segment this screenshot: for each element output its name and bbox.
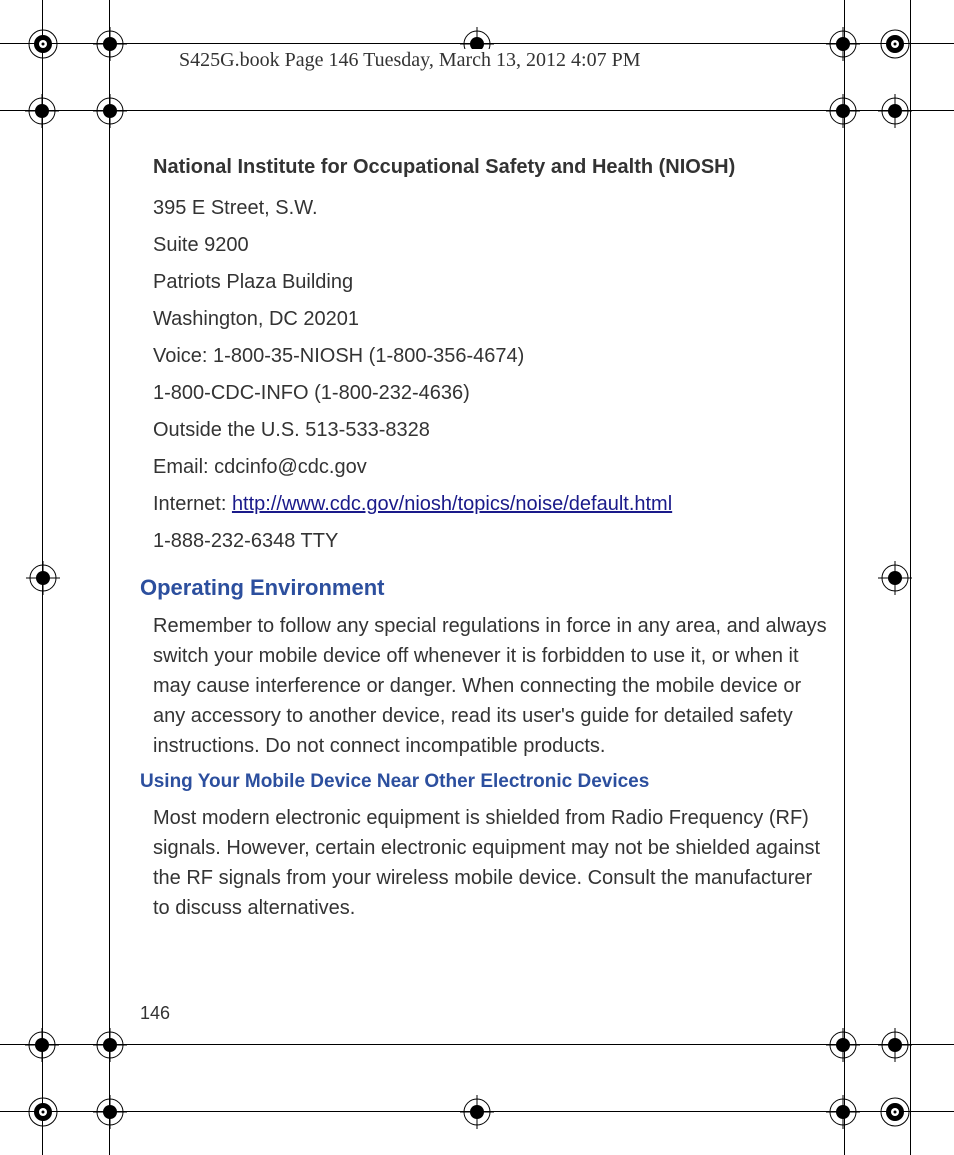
registration-mark-icon	[826, 94, 860, 128]
address-line: Washington, DC 20201	[153, 304, 830, 335]
crop-line	[0, 110, 954, 111]
registration-mark-icon	[878, 27, 912, 61]
page-header-text: S425G.book Page 146 Tuesday, March 13, 2…	[173, 49, 647, 76]
phone-outside-us: Outside the U.S. 513-533-8328	[153, 415, 830, 446]
registration-mark-icon	[93, 1095, 127, 1129]
registration-mark-icon	[93, 94, 127, 128]
address-line: Patriots Plaza Building	[153, 267, 830, 298]
phone-tty: 1-888-232-6348 TTY	[153, 526, 830, 557]
registration-mark-icon	[93, 27, 127, 61]
registration-mark-icon	[878, 561, 912, 595]
registration-mark-icon	[878, 1095, 912, 1129]
internet-line: Internet: http://www.cdc.gov/niosh/topic…	[153, 489, 830, 520]
crop-line	[844, 0, 845, 1155]
registration-mark-icon	[826, 27, 860, 61]
section-heading-operating-environment: Operating Environment	[140, 575, 830, 601]
registration-mark-icon	[878, 1028, 912, 1062]
registration-mark-icon	[26, 1095, 60, 1129]
internet-link[interactable]: http://www.cdc.gov/niosh/topics/noise/de…	[232, 493, 672, 515]
registration-mark-icon	[826, 1095, 860, 1129]
phone-voice: Voice: 1-800-35-NIOSH (1-800-356-4674)	[153, 341, 830, 372]
body-paragraph: Most modern electronic equipment is shie…	[153, 803, 830, 923]
page-number: 146	[140, 1003, 170, 1024]
registration-mark-icon	[826, 1028, 860, 1062]
registration-mark-icon	[25, 1028, 59, 1062]
registration-mark-icon	[25, 94, 59, 128]
page-content: National Institute for Occupational Safe…	[140, 156, 830, 929]
email-line: Email: cdcinfo@cdc.gov	[153, 452, 830, 483]
internet-label: Internet:	[153, 493, 232, 515]
registration-mark-icon	[460, 1095, 494, 1129]
phone-cdcinfo: 1-800-CDC-INFO (1-800-232-4636)	[153, 378, 830, 409]
address-line: Suite 9200	[153, 230, 830, 261]
address-line: 395 E Street, S.W.	[153, 193, 830, 224]
registration-mark-icon	[93, 1028, 127, 1062]
crop-line	[109, 0, 110, 1155]
registration-mark-icon	[878, 94, 912, 128]
subsection-heading-electronic-devices: Using Your Mobile Device Near Other Elec…	[140, 771, 830, 793]
crop-line	[0, 1044, 954, 1045]
registration-mark-icon	[26, 561, 60, 595]
registration-mark-icon	[26, 27, 60, 61]
org-title: National Institute for Occupational Safe…	[153, 156, 830, 179]
body-paragraph: Remember to follow any special regulatio…	[153, 611, 830, 761]
